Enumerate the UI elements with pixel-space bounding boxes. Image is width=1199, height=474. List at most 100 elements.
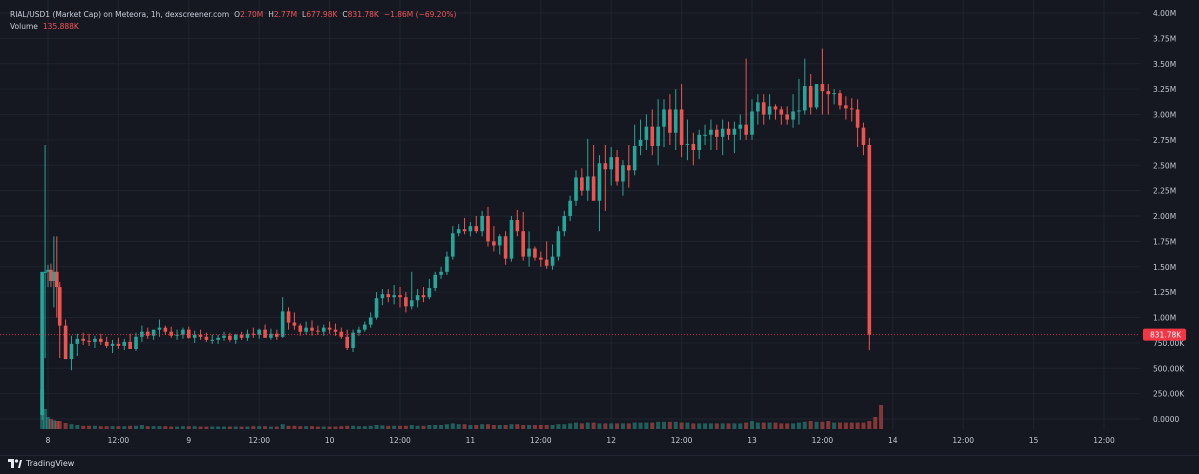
volume-bar [685, 422, 690, 429]
volume-bar [169, 426, 174, 429]
volume-bar [527, 425, 532, 429]
candle-body [492, 241, 496, 246]
volume-bar [274, 426, 279, 429]
volume-bar [838, 422, 842, 429]
candle-body [192, 334, 197, 338]
volume-bar [620, 423, 625, 429]
candle-body [568, 200, 572, 216]
candle-body [650, 126, 655, 146]
candle-body [357, 329, 361, 333]
volume-bar [509, 424, 514, 429]
candle-body [503, 236, 508, 259]
chart-area[interactable]: 0.0000 250.00K 500.00K 750.00K 1.00M 1.25M 1.5… [0, 0, 1199, 455]
volume-bar [550, 425, 555, 429]
volume-bar [714, 423, 719, 429]
candle-body [145, 331, 150, 336]
tradingview-brand[interactable]: TradingView [8, 459, 74, 468]
volume-bar [163, 426, 168, 429]
candle-body [104, 341, 109, 346]
volume-bar [292, 425, 297, 429]
tradingview-logo-icon [8, 459, 22, 468]
volume-bar [879, 405, 884, 429]
candle-body [861, 127, 866, 145]
candle-body [321, 327, 326, 332]
candle-body [597, 163, 602, 201]
y-tick-label: 3.00M [1153, 111, 1176, 120]
volume-bar [849, 422, 854, 429]
candle-body [539, 257, 543, 260]
volume-bar [304, 426, 309, 429]
volume-bar [356, 426, 361, 429]
candle-body [286, 311, 291, 323]
candle-body [310, 327, 314, 331]
candle-body [257, 329, 261, 335]
volume-bar [415, 425, 420, 429]
volume-bar [826, 421, 831, 429]
volume-bar [421, 425, 426, 429]
volume-bar [814, 421, 819, 429]
volume-bar [210, 426, 215, 429]
volume-bar [245, 426, 250, 429]
volume-bar [521, 425, 526, 429]
candle-body [849, 108, 854, 110]
candle-body [451, 233, 455, 257]
candle-body [679, 109, 684, 145]
candle-body [738, 124, 743, 129]
volume-bar [597, 423, 602, 429]
candle-body [433, 274, 437, 289]
candle-body [556, 231, 561, 257]
volume-bar [796, 422, 801, 429]
volume-bar [843, 422, 848, 429]
candle-body [55, 271, 59, 288]
candle-body [486, 216, 490, 242]
candle-body [697, 134, 701, 151]
price-chart-svg[interactable]: 0.0000250.00K500.00K750.00K1.00M1.25M1.5… [0, 0, 1199, 455]
candle-body [169, 331, 173, 336]
candle-body [327, 327, 332, 330]
volume-bar [497, 425, 502, 429]
volume-bar [626, 423, 631, 429]
volume-bar [268, 426, 273, 429]
volume-bar [867, 421, 872, 429]
candle-body [468, 226, 473, 232]
volume-bar [679, 422, 684, 429]
candle-body [421, 295, 426, 298]
candle-body [157, 327, 162, 330]
candle-body [744, 124, 748, 135]
candle-body [855, 109, 860, 128]
x-tick-label: 12:00 [1093, 436, 1115, 445]
x-tick-label: 12:00 [530, 436, 552, 445]
footer-bar: TradingView [0, 455, 1199, 474]
volume-bar [128, 425, 133, 429]
candle-body [404, 297, 408, 307]
volume-bar [175, 426, 180, 429]
volume-bar [726, 423, 731, 429]
x-tick-label: 8 [46, 436, 51, 445]
candle-body [333, 329, 338, 332]
candle-body [509, 220, 514, 259]
volume-bar [515, 424, 520, 429]
volume-bar [351, 425, 356, 429]
volume-bar [57, 421, 62, 429]
volume-bar [257, 426, 262, 429]
x-tick-label: 13 [747, 436, 757, 445]
candle-body [187, 329, 191, 338]
volume-bar [802, 421, 807, 429]
volume-bar [69, 424, 74, 429]
candle-body [761, 102, 766, 115]
candle-body [756, 102, 760, 112]
x-tick-label: 14 [888, 436, 898, 445]
candle-body [163, 327, 168, 332]
volume-bar [656, 421, 661, 429]
candle-body [43, 271, 47, 273]
candle-body [662, 109, 666, 127]
volume-bar [368, 425, 373, 429]
volume-bar [192, 426, 197, 429]
volume-bar [251, 426, 256, 429]
volume-bar [650, 422, 655, 429]
candle-body [415, 295, 420, 301]
volume-bar [785, 423, 790, 429]
volume-bar [87, 425, 92, 429]
candle-body [808, 86, 813, 108]
volume-bar [574, 422, 578, 429]
